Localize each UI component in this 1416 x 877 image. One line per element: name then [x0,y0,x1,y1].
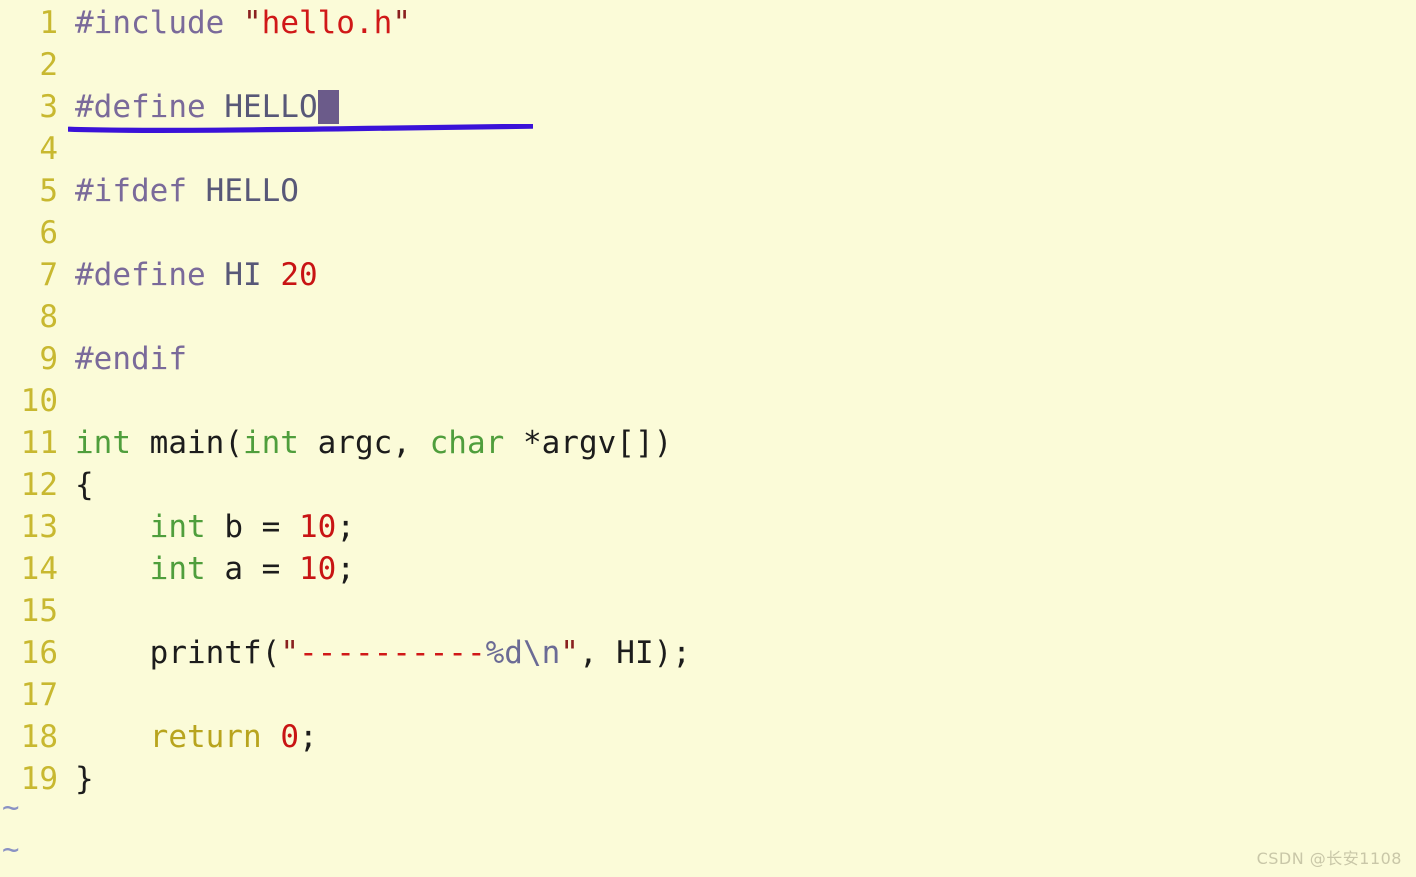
token-number: 20 [280,257,318,293]
token-preprocessor: #endif [75,341,187,377]
token-semicolon: ; [298,719,318,755]
line-number: 13 [20,509,58,545]
line-content[interactable]: int a = 10; [58,548,355,590]
text-cursor [317,90,339,124]
token-plain: b = [205,509,299,545]
line-number: 15 [20,593,58,629]
line-content[interactable]: int main(int argc, char *argv[]) [58,422,672,464]
token-number: 10 [298,509,337,545]
token-function-call: printf( [149,635,281,671]
token-preprocessor: #ifdef [75,173,206,209]
token-type: int [149,551,206,587]
code-line[interactable]: 19 } [0,758,1416,800]
code-line[interactable]: 3 #define HELLO [0,86,1416,128]
watermark: CSDN @长安1108 [1256,849,1402,868]
token-plain: , HI); [578,635,691,671]
line-number: 16 [20,635,58,671]
code-line[interactable]: 2 [0,44,1416,86]
token-type: int [75,425,131,461]
line-number: 12 [20,467,58,503]
code-line[interactable]: 1 #include "hello.h" [0,2,1416,44]
code-line[interactable]: 17 [0,674,1416,716]
code-line[interactable]: 8 [0,296,1416,338]
line-content[interactable]: return 0; [58,716,318,758]
code-line[interactable]: 10 [0,380,1416,422]
token-macro-name: HI [224,257,281,293]
code-line[interactable]: 18 return 0; [0,716,1416,758]
code-line[interactable]: 6 [0,212,1416,254]
line-number: 11 [20,425,58,461]
token-type: int [242,425,299,461]
token-semicolon: ; [336,509,355,545]
token-string: hello.h [261,5,393,41]
line-number: 8 [39,299,58,335]
token-semicolon: ; [336,551,355,587]
line-number: 3 [39,89,58,125]
line-content[interactable]: printf("----------%d\n", HI); [58,632,691,674]
editor-screen: 1 #include "hello.h" 2 3 #define HELLO 4… [0,0,1416,877]
line-number: 1 [39,5,58,41]
token-number: 0 [280,719,299,755]
code-line[interactable]: 9 #endif [0,338,1416,380]
tilde-marker: ~ [2,790,20,824]
line-number: 6 [39,215,58,251]
token-quote: " [392,5,411,41]
line-content[interactable]: #include "hello.h" [58,2,411,44]
token-quote: " [280,635,299,671]
token-plain: main( [131,425,243,461]
line-number: 5 [39,173,58,209]
line-number: 17 [20,677,58,713]
token-keyword: return [149,719,262,755]
token-macro-name: HELLO [224,89,318,125]
line-content[interactable]: #define HI 20 [58,254,318,296]
code-line[interactable]: 5 #ifdef HELLO [0,170,1416,212]
token-type: int [149,509,206,545]
line-content[interactable]: #define HELLO [58,86,339,128]
code-editor[interactable]: 1 #include "hello.h" 2 3 #define HELLO 4… [0,0,1416,800]
token-plain: a = [205,551,299,587]
code-line[interactable]: 12 { [0,464,1416,506]
line-content[interactable]: #endif [58,338,187,380]
code-line[interactable]: 4 [0,128,1416,170]
tilde-marker: ~ [2,832,20,866]
token-format-escape: %d\n [485,635,561,671]
token-plain: *argv[]) [504,425,673,461]
token-number: 10 [298,551,337,587]
line-content[interactable]: #ifdef HELLO [58,170,299,212]
code-line[interactable]: 14 int a = 10; [0,548,1416,590]
line-number: 18 [20,719,58,755]
code-line[interactable]: 16 printf("----------%d\n", HI); [0,632,1416,674]
token-type: char [429,425,505,461]
line-number: 14 [20,551,58,587]
line-number: 7 [39,257,58,293]
line-content[interactable]: { [58,464,94,506]
token-macro-name: HELLO [205,173,299,209]
line-number: 2 [39,47,58,83]
token-preprocessor: #define [75,257,225,293]
token-preprocessor: #define [75,89,225,125]
token-brace: { [75,467,94,503]
code-line[interactable]: 15 [0,590,1416,632]
token-preprocessor: #include [75,5,243,41]
token-string: ---------- [298,635,486,671]
empty-buffer-markers: ~ ~ [0,786,120,870]
token-plain: argc, [298,425,430,461]
line-content[interactable]: int b = 10; [58,506,355,548]
token-quote: " [242,5,262,41]
code-line[interactable]: 13 int b = 10; [0,506,1416,548]
code-line[interactable]: 7 #define HI 20 [0,254,1416,296]
line-number: 9 [39,341,58,377]
token-quote: " [560,635,579,671]
line-number: 10 [20,383,58,419]
code-line[interactable]: 11 int main(int argc, char *argv[]) [0,422,1416,464]
line-number: 4 [39,131,58,167]
